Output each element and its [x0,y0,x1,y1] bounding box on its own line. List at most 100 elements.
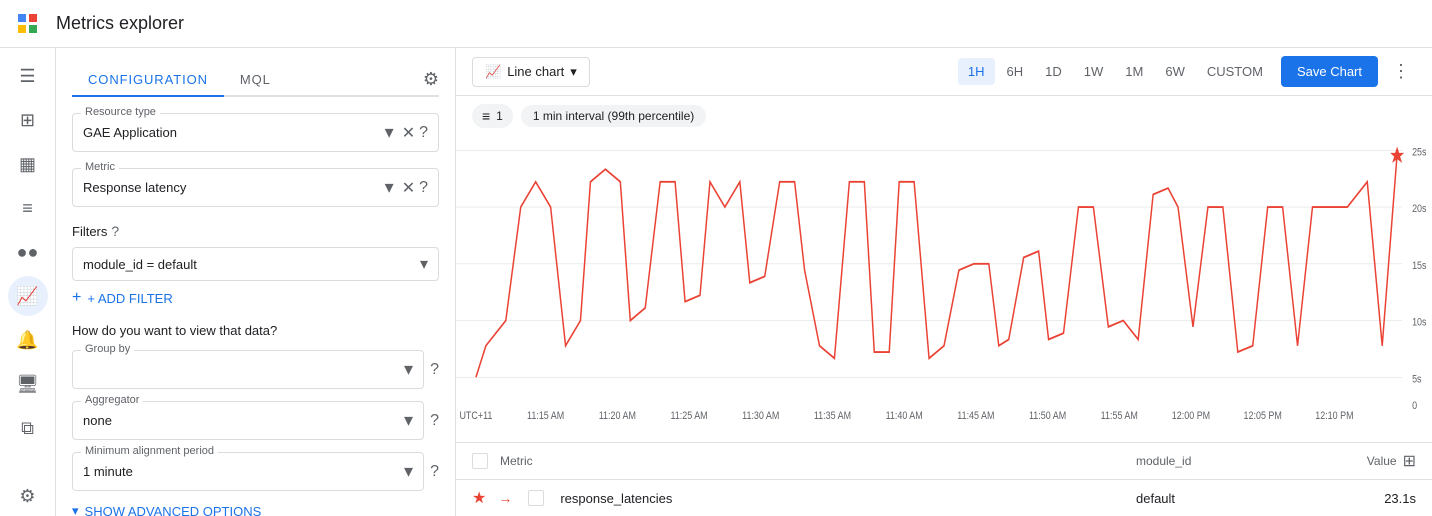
chart-toolbar: 📈 Line chart ▾ 1H 6H 1D 1W 1M 6W CUSTOM … [456,48,1432,96]
app-bar: Metrics explorer [0,0,1432,48]
add-filter-btn[interactable]: + + ADD FILTER [72,289,439,307]
nav-icon-chart[interactable]: 📈 [8,276,48,316]
table-header: Metric module_id Value ⊞ [456,443,1432,480]
time-btn-6w[interactable]: 6W [1155,58,1195,85]
col-header-module: module_id [1136,454,1336,468]
resource-type-group: Resource type GAE Application ▾ ✕ ? [72,113,439,152]
group-by-select[interactable] [83,362,404,377]
metric-select[interactable]: Response latency [83,180,385,195]
svg-text:12:05 PM: 12:05 PM [1244,410,1282,422]
filters-help-icon[interactable]: ? [111,223,119,239]
row-metric-col: ★ → response_latencies [472,488,1136,508]
time-range-btns: 1H 6H 1D 1W 1M 6W CUSTOM [958,58,1273,85]
settings-gear-icon[interactable]: ⚙ [423,69,439,90]
row-value-col: 23.1s [1336,491,1416,506]
svg-text:25s: 25s [1412,146,1426,158]
resource-type-help-icon[interactable]: ? [419,124,428,142]
nav-icon-group[interactable]: ●● [8,232,48,272]
filter-chip-expand-icon[interactable]: ▾ [420,254,428,274]
metric-label: Metric [81,161,119,173]
resource-type-select[interactable]: GAE Application [83,125,385,140]
value-label: Value [1367,454,1397,468]
filter-icon: ≡ [482,108,490,124]
interval-pill: 1 min interval (99th percentile) [521,105,706,127]
resource-type-field: Resource type GAE Application ▾ ✕ ? [72,113,439,152]
table-row: ★ → response_latencies default 23.1s [456,480,1432,516]
app-logo [16,12,40,36]
chart-type-btn[interactable]: 📈 Line chart ▾ [472,57,590,87]
add-filter-label: + ADD FILTER [87,291,172,306]
grid-view-icon[interactable]: ⊞ [1403,451,1416,471]
metric-help-icon[interactable]: ? [419,179,428,197]
time-btn-1d[interactable]: 1D [1035,58,1072,85]
chart-svg: UTC+11 11:15 AM 11:20 AM 11:25 AM 11:30 … [456,144,1432,434]
svg-text:11:50 AM: 11:50 AM [1029,410,1066,422]
chart-container: UTC+11 11:15 AM 11:20 AM 11:25 AM 11:30 … [456,136,1432,442]
resource-type-clear-icon[interactable]: ✕ [402,123,415,143]
nav-icon-bell[interactable]: 🔔 [8,320,48,360]
svg-text:11:20 AM: 11:20 AM [599,410,636,422]
svg-text:20s: 20s [1412,203,1426,215]
nav-icon-table[interactable]: ≡ [8,188,48,228]
svg-text:11:15 AM: 11:15 AM [527,410,564,422]
svg-text:UTC+11: UTC+11 [459,410,492,422]
nav-icon-home[interactable]: ⊞ [8,100,48,140]
show-advanced-btn[interactable]: ▾ SHOW ADVANCED OPTIONS [72,503,439,516]
side-nav: ☰ ⊞ ▦ ≡ ●● 📈 🔔 🖥 ⧉ ⚙ [0,48,56,516]
time-btn-1m[interactable]: 1M [1115,58,1153,85]
nav-icon-layers[interactable]: ⧉ [8,408,48,448]
svg-text:12:10 PM: 12:10 PM [1315,410,1353,422]
tab-configuration[interactable]: CONFIGURATION [72,64,224,97]
group-by-dropdown-icon: ▾ [404,359,413,380]
tabs: CONFIGURATION MQL ⚙ [72,64,439,97]
aggregator-dropdown-icon: ▾ [404,410,413,431]
show-advanced-label: SHOW ADVANCED OPTIONS [85,504,262,516]
min-alignment-field: Minimum alignment period 1 minute ▾ [72,452,424,491]
table-check-all[interactable] [472,453,488,469]
data-table: Metric module_id Value ⊞ ★ → response_la… [456,442,1432,516]
svg-text:11:45 AM: 11:45 AM [957,410,994,422]
chart-legend: ≡ 1 1 min interval (99th percentile) [456,96,1432,136]
svg-text:5s: 5s [1412,373,1421,385]
custom-btn[interactable]: CUSTOM [1197,58,1273,85]
metric-group: Metric Response latency ▾ ✕ ? [72,168,439,207]
more-options-btn[interactable]: ⋮ [1386,57,1416,86]
group-by-help-icon[interactable]: ? [430,361,439,379]
metric-field: Metric Response latency ▾ ✕ ? [72,168,439,207]
nav-icon-settings[interactable]: ⚙ [8,476,48,516]
view-section-title: How do you want to view that data? [72,323,439,338]
filter-chip-text: module_id = default [83,257,414,272]
filter-chip[interactable]: module_id = default ▾ [72,247,439,281]
group-by-label: Group by [81,343,134,355]
min-alignment-help-icon[interactable]: ? [430,463,439,481]
show-advanced-icon: ▾ [72,503,79,516]
legend-count: 1 [496,109,503,123]
svg-text:10s: 10s [1412,317,1426,329]
svg-text:11:25 AM: 11:25 AM [670,410,707,422]
interval-text: 1 min interval (99th percentile) [533,109,694,123]
add-filter-icon: + [72,289,81,307]
row-checkbox[interactable] [528,490,544,506]
resource-type-label: Resource type [81,106,160,118]
time-btn-1h[interactable]: 1H [958,58,995,85]
time-btn-6h[interactable]: 6H [997,58,1034,85]
svg-text:11:40 AM: 11:40 AM [886,410,923,422]
resource-type-dropdown-icon: ▾ [385,122,394,143]
time-btn-1w[interactable]: 1W [1074,58,1114,85]
nav-icon-dashboard[interactable]: ▦ [8,144,48,184]
metric-clear-icon[interactable]: ✕ [402,178,415,198]
col-header-value: Value ⊞ [1336,451,1416,471]
svg-text:15s: 15s [1412,260,1426,272]
save-chart-btn[interactable]: Save Chart [1281,56,1378,87]
aggregator-select[interactable]: none [83,413,404,428]
tab-mql[interactable]: MQL [224,64,287,97]
nav-icon-monitor[interactable]: 🖥 [8,364,48,404]
line-chart-icon: 📈 [485,64,501,80]
min-alignment-select[interactable]: 1 minute [83,464,404,479]
group-by-field: Group by ▾ [72,350,424,389]
nav-icon-menu[interactable]: ☰ [8,56,48,96]
min-alignment-label: Minimum alignment period [81,445,218,457]
legend-count-pill[interactable]: ≡ 1 [472,104,513,128]
row-star-icon: ★ [472,488,486,508]
aggregator-help-icon[interactable]: ? [430,412,439,430]
